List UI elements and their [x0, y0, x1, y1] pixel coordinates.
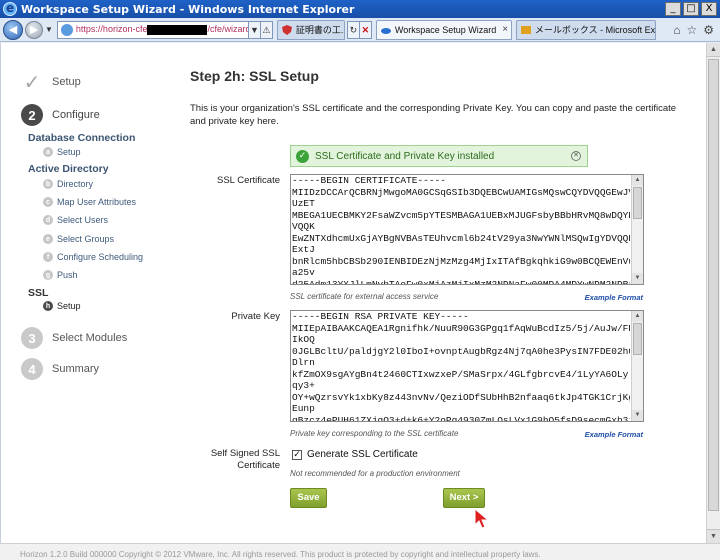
checkmark-icon: ✓	[23, 70, 41, 94]
address-bar[interactable]: https://horizon-cfe/cfe/wizard/ssl	[56, 20, 249, 39]
site-globe-icon	[60, 23, 73, 36]
scroll-up-icon[interactable]: ▲	[632, 311, 643, 322]
tab-close-icon[interactable]: ×	[502, 24, 508, 35]
scroll-up-icon[interactable]: ▲	[632, 175, 643, 186]
page-scrollbar[interactable]: ▲ ▼	[706, 43, 720, 543]
window-titlebar: Workspace Setup Wizard - Windows Interne…	[0, 0, 720, 18]
step-letter: d	[43, 215, 53, 225]
tab-workspace-setup-wizard[interactable]: Workspace Setup Wizard ×	[375, 19, 512, 40]
private-key-example-link[interactable]: Example Format	[561, 430, 643, 439]
forward-button[interactable]: ▶	[25, 20, 43, 39]
favorites-icon[interactable]: ☆	[686, 23, 697, 37]
step-label: Select Modules	[52, 332, 128, 344]
step-letter: h	[43, 301, 53, 311]
save-button[interactable]: Save	[290, 488, 327, 508]
step-letter: a	[43, 147, 53, 157]
scroll-thumb[interactable]	[708, 59, 719, 511]
sidebar-item-select-groups[interactable]: e Select Groups	[43, 234, 114, 244]
step-letter: b	[43, 179, 53, 189]
maximize-button[interactable]: □	[683, 2, 699, 16]
scroll-up-icon[interactable]: ▲	[707, 43, 720, 57]
step-configure[interactable]: 2 Configure	[21, 104, 100, 126]
close-button[interactable]: X	[701, 2, 717, 16]
ssl-certificate-hint: SSL certificate for external access serv…	[290, 292, 439, 301]
section-active-directory: Active Directory	[28, 163, 109, 175]
sidebar-item-db-setup[interactable]: a Setup	[43, 147, 81, 157]
sidebar-item-configure-scheduling[interactable]: f Configure Scheduling	[43, 252, 143, 262]
checkbox-checked-icon[interactable]: ✓	[292, 449, 302, 460]
step-number: 2	[21, 104, 43, 126]
tools-gear-icon[interactable]: ⚙	[703, 23, 714, 37]
step-letter: c	[43, 197, 53, 207]
scroll-thumb[interactable]	[633, 323, 642, 355]
sidebar-item-directory[interactable]: b Directory	[43, 179, 93, 189]
error-shield-icon	[281, 24, 292, 35]
textarea-scrollbar[interactable]: ▲ ▼	[631, 175, 643, 284]
scroll-down-icon[interactable]: ▼	[632, 273, 643, 284]
sidebar-item-push[interactable]: g Push	[43, 270, 78, 280]
step-label: Configure	[52, 109, 100, 121]
home-icon[interactable]: ⌂	[673, 23, 680, 37]
address-url[interactable]: https://horizon-cfe/cfe/wizard/ssl	[76, 24, 248, 35]
scroll-thumb[interactable]	[633, 187, 642, 219]
step-summary[interactable]: 4 Summary	[21, 358, 99, 380]
footer-copyright: Horizon 1.2.0 Build 000000 Copyright © 2…	[20, 550, 541, 559]
browser-tool-icons: ⌂ ☆ ⚙	[673, 23, 714, 37]
step-letter: f	[43, 252, 53, 262]
page-footer: Horizon 1.2.0 Build 000000 Copyright © 2…	[0, 543, 720, 560]
window-controls: _ □ X	[665, 2, 717, 16]
stop-button[interactable]: ✕	[358, 20, 372, 39]
step-select-modules[interactable]: 3 Select Modules	[21, 327, 127, 349]
private-key-textarea[interactable]: -----BEGIN RSA PRIVATE KEY----- MIIEpAIB…	[290, 310, 644, 422]
notice-close-icon[interactable]: ✕	[571, 151, 581, 161]
tab-certificate-error[interactable]: 証明書の工...	[276, 19, 345, 40]
sidebar-item-select-users[interactable]: d Select Users	[43, 215, 108, 225]
outlook-icon	[520, 25, 531, 34]
notice-text: SSL Certificate and Private Key installe…	[315, 150, 495, 162]
private-key-value[interactable]: -----BEGIN RSA PRIVATE KEY----- MIIEpAIB…	[292, 311, 630, 421]
sidebar-item-ssl-setup[interactable]: h Setup	[43, 301, 81, 311]
textarea-scrollbar[interactable]: ▲ ▼	[631, 311, 643, 421]
checkbox-label: Generate SSL Certificate	[307, 449, 418, 460]
browser-navbar: ◀ ▶ ▼ https://horizon-cfe/cfe/wizard/ssl…	[0, 18, 720, 42]
mouse-pointer-icon	[474, 508, 490, 529]
private-key-hint: Private key corresponding to the SSL cer…	[290, 429, 459, 438]
step-number: 3	[21, 327, 43, 349]
step-letter: g	[43, 270, 53, 280]
step-number: 4	[21, 358, 43, 380]
scroll-down-icon[interactable]: ▼	[632, 410, 643, 421]
generate-ssl-checkbox[interactable]: ✓ Generate SSL Certificate	[292, 449, 418, 460]
sidebar-item-map-user-attributes[interactable]: c Map User Attributes	[43, 197, 136, 207]
next-button[interactable]: Next >	[443, 488, 485, 508]
ssl-certificate-label: SSL Certificate	[216, 175, 280, 186]
step-label: Setup	[52, 76, 81, 88]
page-title: Step 2h: SSL Setup	[190, 68, 319, 84]
certificate-error-icon[interactable]: ⚠	[259, 20, 273, 39]
section-database-connection: Database Connection	[28, 132, 136, 144]
back-button[interactable]: ◀	[3, 19, 23, 40]
ssl-certificate-value[interactable]: -----BEGIN CERTIFICATE----- MIIDzDCCArQC…	[292, 175, 630, 284]
success-notice: ✓ SSL Certificate and Private Key instal…	[290, 145, 588, 167]
ssl-certificate-textarea[interactable]: -----BEGIN CERTIFICATE----- MIIDzDCCArQC…	[290, 174, 644, 285]
section-ssl: SSL	[28, 287, 49, 299]
scroll-down-icon[interactable]: ▼	[707, 529, 720, 543]
internet-explorer-icon	[3, 1, 17, 16]
tab-exchange-mailbox[interactable]: メールボックス - Microsoft Exch...	[515, 19, 656, 40]
step-letter: e	[43, 234, 53, 244]
history-dropdown-icon[interactable]: ▼	[45, 25, 53, 34]
window-title: Workspace Setup Wizard - Windows Interne…	[21, 2, 355, 16]
wizard-sidebar: ✓ Setup 2 Configure Database Connection …	[1, 43, 176, 543]
minimize-button[interactable]: _	[665, 2, 681, 16]
self-signed-hint: Not recommended for a production environ…	[290, 469, 460, 478]
step-label: Summary	[52, 363, 100, 375]
step-setup[interactable]: ✓ Setup	[21, 71, 81, 93]
wizard-page: ✓ Setup 2 Configure Database Connection …	[0, 43, 706, 543]
intro-text: This is your organization's SSL certific…	[190, 103, 677, 127]
ssl-certificate-example-link[interactable]: Example Format	[561, 293, 643, 302]
success-check-icon: ✓	[296, 149, 309, 163]
redacted-hostname	[147, 24, 208, 35]
self-signed-label: Self Signed SSL Certificate	[210, 448, 280, 471]
cloud-icon	[380, 27, 391, 34]
private-key-label: Private Key	[231, 311, 280, 322]
